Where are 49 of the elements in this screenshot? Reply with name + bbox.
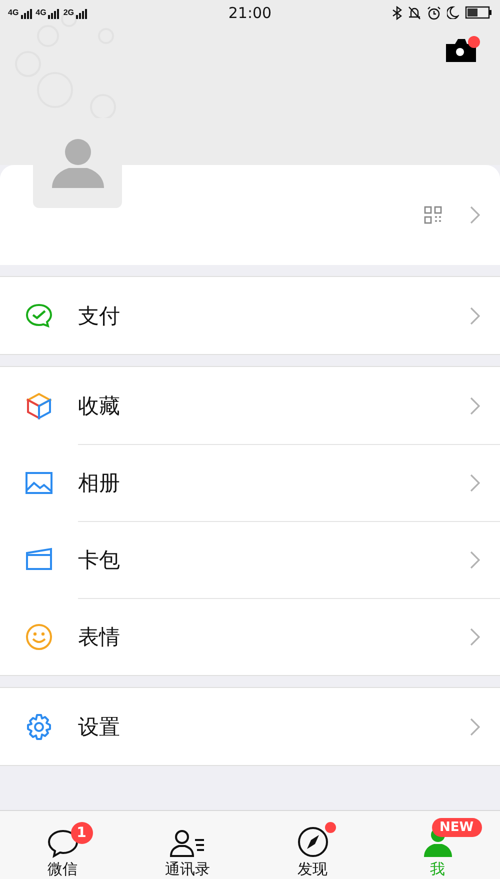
- chat-bubble-icon: [46, 828, 78, 858]
- bell-muted-icon: [408, 6, 421, 20]
- menu-label: 表情: [78, 624, 121, 650]
- network-label: 4G: [36, 8, 46, 17]
- menu-item[interactable]: 支付: [0, 277, 500, 354]
- network-label: 2G: [63, 8, 74, 17]
- camera-icon[interactable]: [446, 38, 476, 62]
- alarm-icon: [427, 6, 441, 20]
- clock-time: 21:00: [228, 4, 272, 22]
- menu-item[interactable]: 表情: [0, 598, 500, 675]
- signal-icon: [20, 6, 32, 18]
- person-silhouette-icon: [52, 138, 104, 188]
- chevron-icon: [470, 306, 480, 324]
- image-icon: [25, 470, 53, 494]
- notification-dot: [324, 822, 336, 833]
- menu-label: 卡包: [78, 546, 121, 574]
- tab[interactable]: 发现: [250, 811, 375, 879]
- menu-label: 支付: [78, 302, 121, 330]
- menu-item[interactable]: 设置: [0, 688, 500, 765]
- menu-item[interactable]: 卡包: [0, 521, 500, 598]
- new-badge: NEW: [432, 818, 482, 837]
- unread-badge: 1: [70, 822, 92, 844]
- smiley-icon: [25, 622, 53, 650]
- person-list-icon: [168, 828, 206, 858]
- battery-icon: [465, 6, 492, 19]
- settings-icon: [25, 712, 53, 740]
- chevron-icon: [470, 550, 480, 568]
- qr-code-icon[interactable]: [424, 206, 442, 224]
- menu-label: 收藏: [78, 392, 121, 420]
- bluetooth-icon: [392, 6, 402, 20]
- menu-item[interactable]: 相册: [0, 444, 500, 521]
- chevron-icon: [470, 628, 480, 646]
- signal-icon: [76, 6, 88, 18]
- signal-icon: [48, 6, 60, 18]
- tab[interactable]: 通讯录: [125, 811, 250, 879]
- menu-label: 相册: [78, 470, 121, 496]
- check-bubble-icon: [25, 302, 53, 328]
- chevron-icon: [470, 718, 480, 736]
- network-label: 4G: [8, 8, 19, 17]
- cube-icon: [25, 392, 53, 420]
- menu-item[interactable]: 收藏: [0, 367, 500, 444]
- chevron-icon: [470, 396, 480, 414]
- moon-icon: [447, 6, 459, 19]
- menu-label: 设置: [78, 714, 121, 740]
- chevron-icon: [470, 474, 480, 492]
- tab[interactable]: 1 微信: [0, 811, 125, 879]
- card-icon: [25, 546, 53, 572]
- chevron-icon: [470, 206, 480, 224]
- compass-icon: [296, 826, 328, 858]
